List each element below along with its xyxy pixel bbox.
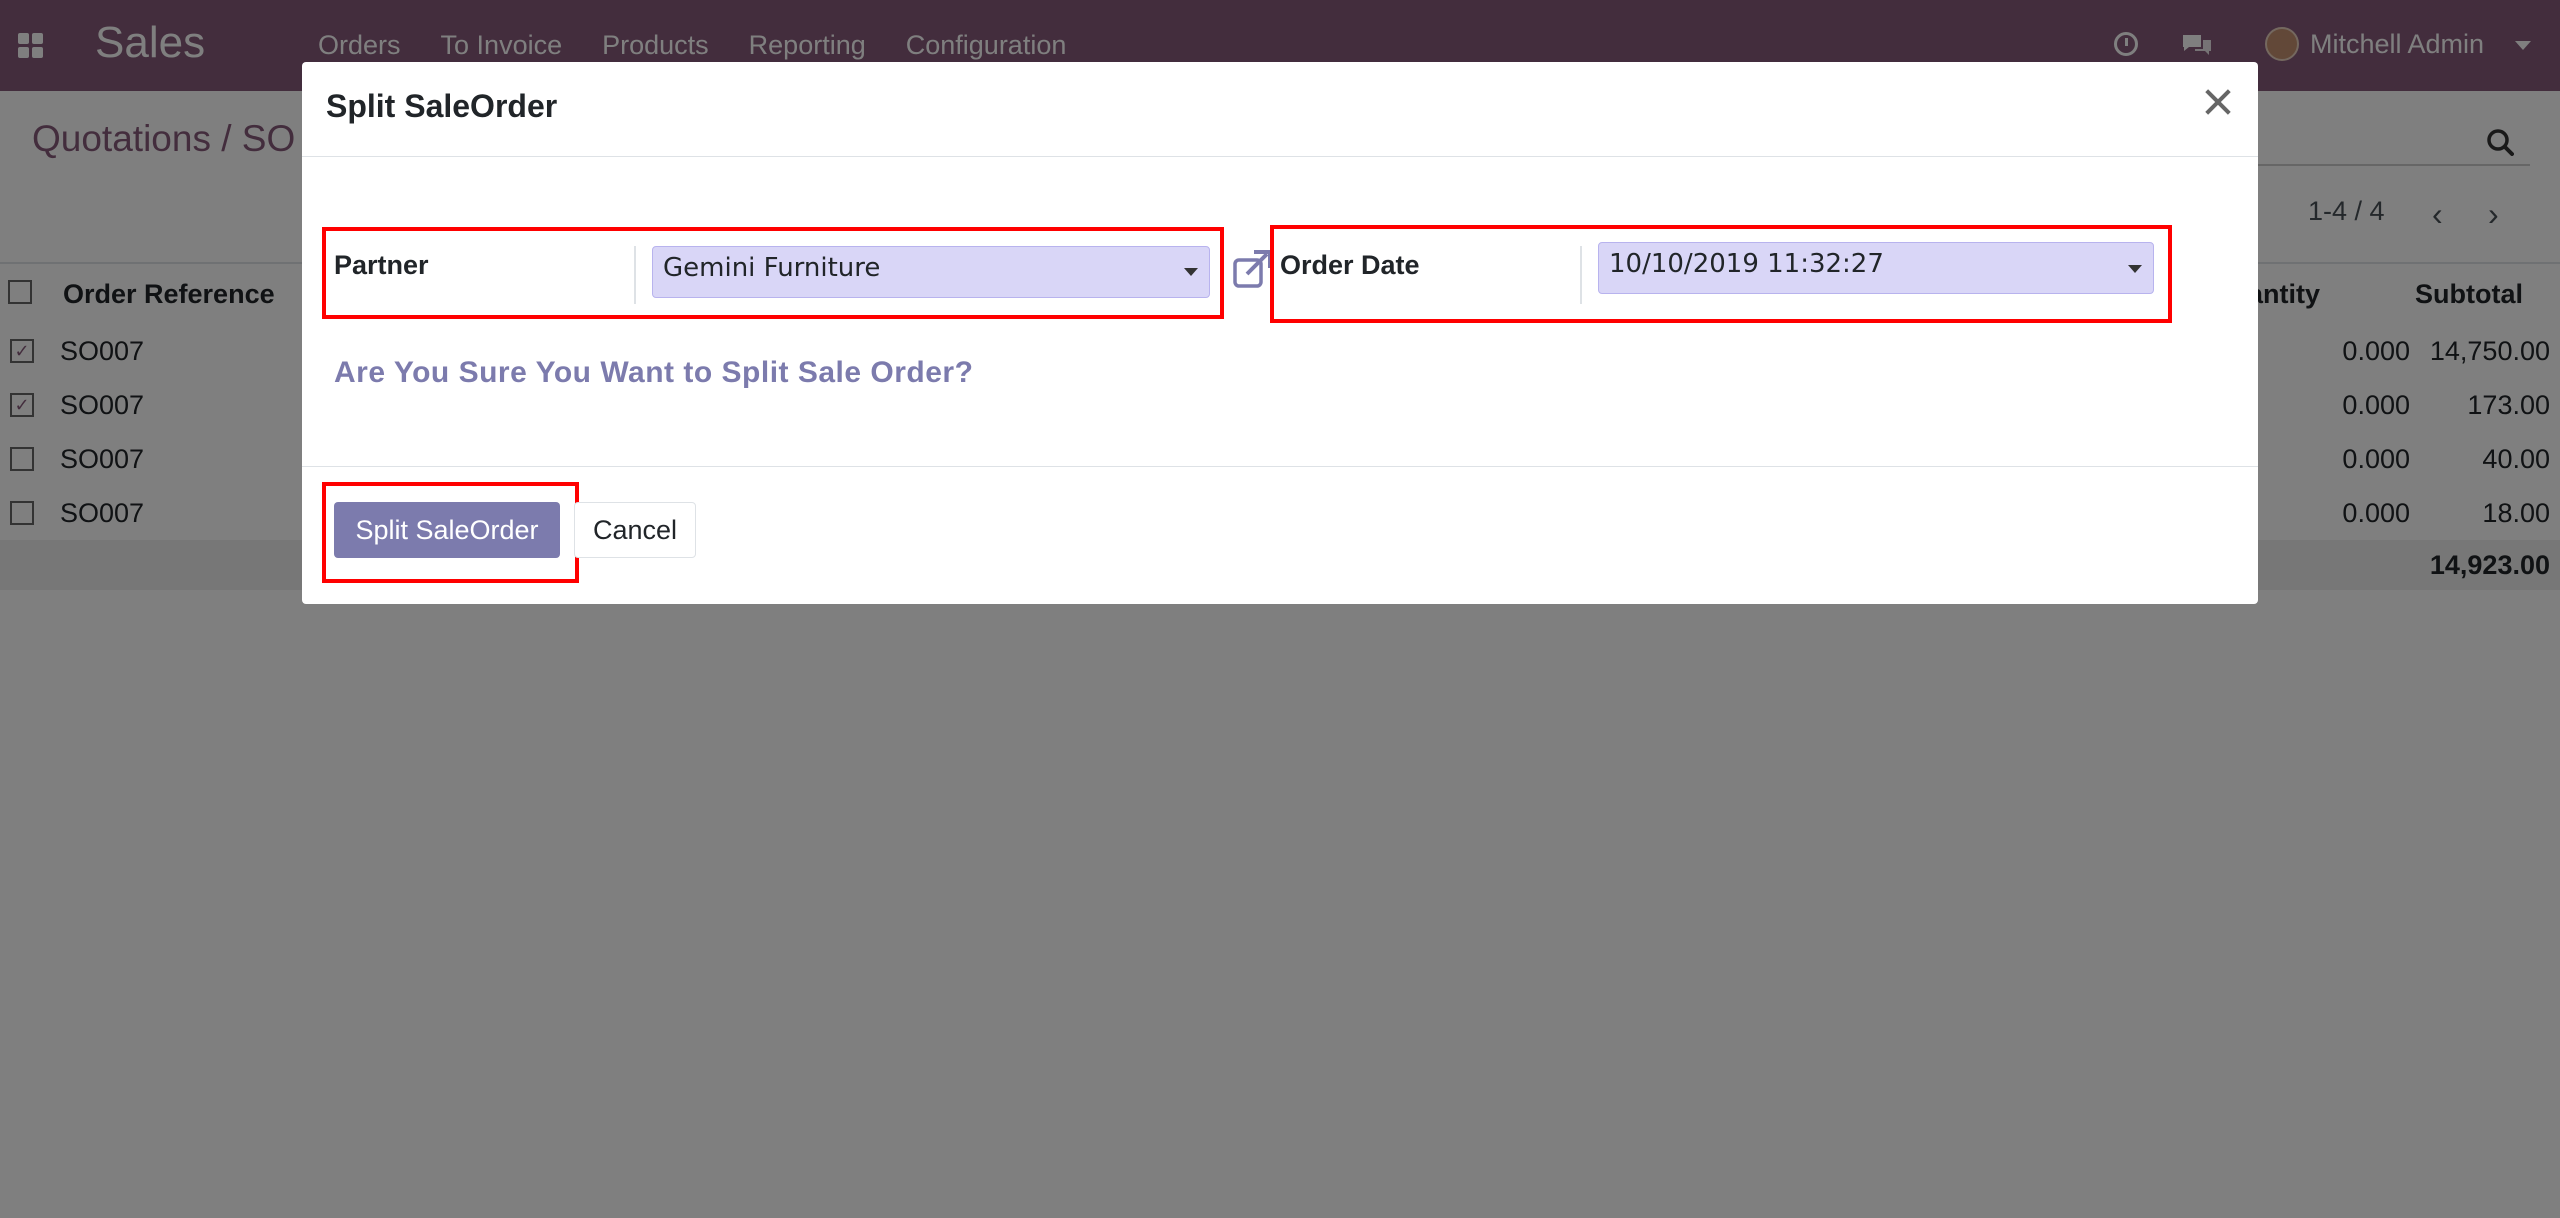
external-link-icon[interactable] xyxy=(1232,250,1272,290)
order-date-select[interactable]: 10/10/2019 11:32:27 xyxy=(1598,242,2154,294)
confirmation-question: Are You Sure You Want to Split Sale Orde… xyxy=(334,356,974,389)
partner-select[interactable]: Gemini Furniture xyxy=(652,246,1210,298)
cancel-button[interactable]: Cancel xyxy=(574,502,696,558)
divider xyxy=(1580,246,1582,304)
order-date-label: Order Date xyxy=(1280,250,1420,280)
divider xyxy=(302,466,2258,467)
divider xyxy=(634,246,636,304)
partner-label: Partner xyxy=(334,250,429,280)
order-date-value: 10/10/2019 11:32:27 xyxy=(1609,249,1884,279)
caret-down-icon[interactable] xyxy=(1184,268,1198,276)
partner-value: Gemini Furniture xyxy=(663,253,881,283)
divider xyxy=(302,156,2258,157)
dialog-title: Split SaleOrder xyxy=(326,88,558,124)
close-icon[interactable] xyxy=(2202,86,2234,118)
split-saleorder-button[interactable]: Split SaleOrder xyxy=(334,502,560,558)
caret-down-icon[interactable] xyxy=(2128,265,2142,273)
